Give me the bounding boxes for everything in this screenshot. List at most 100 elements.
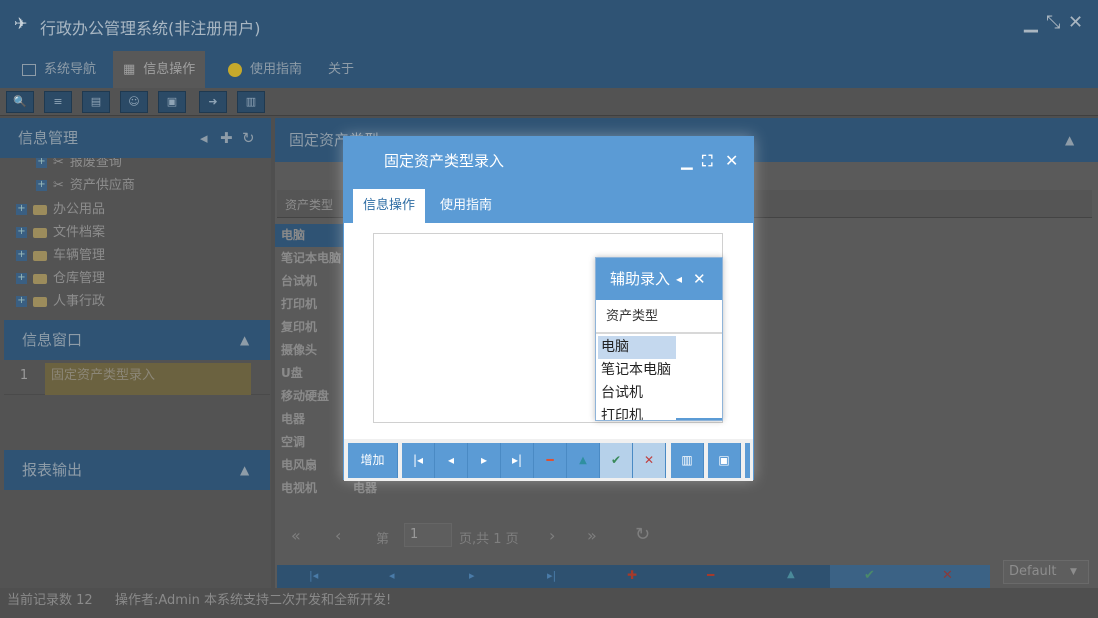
table-row[interactable]: 电器	[275, 408, 345, 431]
dialog-tab-info[interactable]: 信息操作	[353, 189, 426, 223]
tab-about[interactable]: 关于	[318, 51, 364, 88]
left-panel: 信息管理 ◂ ✚ ↻ + ✂ 报废查询 + ✂ 资产供应商 + 办公用品 + 文件档案 + 车…	[0, 118, 271, 588]
folder-icon	[33, 204, 47, 215]
page-input[interactable]: 1	[404, 523, 452, 547]
export-icon[interactable]: ➜	[199, 91, 227, 113]
main-toolbar: 🔍 ≡ ▤ ☺ ▣ ➜ ▥	[0, 88, 1098, 116]
collapse-up-icon[interactable]: ▲	[240, 450, 249, 490]
list-item[interactable]: 台试机	[598, 382, 676, 405]
close-icon[interactable]: ✕	[693, 258, 706, 300]
close-icon[interactable]: ✕	[725, 137, 738, 185]
expand-icon[interactable]: +	[36, 158, 47, 168]
popup-column-header[interactable]: 资产类型	[596, 300, 722, 334]
table-row[interactable]: 笔记本电脑	[275, 247, 345, 270]
cancel-icon[interactable]: ✕	[942, 568, 953, 583]
popup-header: 辅助录入 ◂ ✕	[596, 258, 722, 300]
tools-icon: ✂	[53, 178, 64, 193]
table-row[interactable]: 复印机	[275, 316, 345, 339]
collapse-up-icon[interactable]: ▲	[1065, 118, 1074, 162]
expand-icon[interactable]: +	[16, 204, 27, 215]
expand-icon[interactable]: +	[16, 227, 27, 238]
delete-icon[interactable]: ━	[534, 443, 567, 478]
info-window-row[interactable]: 1 固定资产类型录入	[4, 363, 270, 395]
print-icon[interactable]: ▥	[237, 91, 265, 113]
tab-user-guide[interactable]: 使用指南	[218, 51, 312, 88]
tree-item-office-supplies[interactable]: + 办公用品	[16, 199, 105, 221]
collapse-up-icon[interactable]: ▲	[240, 320, 249, 360]
table-row[interactable]: 移动硬盘	[275, 385, 345, 408]
table-row[interactable]: 电风扇	[275, 454, 345, 477]
add-icon[interactable]: ✚	[220, 118, 233, 158]
edit-icon[interactable]: ▲	[567, 443, 600, 478]
add-button[interactable]: 增加	[348, 443, 398, 478]
tree-item-hr[interactable]: + 人事行政	[16, 291, 105, 313]
tab-info-operation[interactable]: ▦ 信息操作	[113, 51, 206, 88]
dialog-title: 固定资产类型录入	[384, 152, 505, 170]
list-item[interactable]: 电脑	[598, 336, 676, 359]
scroll-handle[interactable]	[745, 443, 750, 478]
print-icon[interactable]: ▥	[671, 443, 704, 478]
popup-title: 辅助录入	[610, 270, 671, 288]
cancel-icon[interactable]: ✕	[633, 443, 666, 478]
minimize-icon[interactable]: ▁	[681, 137, 693, 185]
column-asset-type[interactable]: 资产类型	[285, 196, 333, 213]
document-icon[interactable]: ▤	[82, 91, 110, 113]
tree-item-documents[interactable]: + 文件档案	[16, 222, 105, 244]
reload-icon[interactable]: ↻	[635, 524, 650, 545]
first-record-icon[interactable]: |◂	[402, 443, 435, 478]
first-page-icon[interactable]: «	[291, 526, 301, 545]
prev-record-icon[interactable]: ◂	[389, 569, 395, 582]
theme-select[interactable]: Default ▼	[1003, 560, 1089, 584]
table-row[interactable]: 打印机	[275, 293, 345, 316]
expand-icon[interactable]: +	[16, 273, 27, 284]
preview-icon[interactable]: ▣	[708, 443, 741, 478]
tree-item-warehouse[interactable]: + 仓库管理	[16, 268, 105, 290]
table-row[interactable]: 摄像头	[275, 339, 345, 362]
last-record-icon[interactable]: ▸|	[547, 569, 556, 582]
first-record-icon[interactable]: |◂	[309, 569, 318, 582]
refresh-icon[interactable]: ↻	[242, 118, 255, 158]
expand-icon[interactable]: +	[36, 180, 47, 191]
table-row[interactable]: 电脑	[275, 224, 345, 247]
last-record-icon[interactable]: ▸|	[501, 443, 534, 478]
tab-system-nav[interactable]: 系统导航	[12, 51, 106, 88]
status-bar: 当前记录数 12 操作者:Admin 本系统支持二次开发和全新开发!	[0, 588, 1098, 618]
table-row[interactable]: 空调	[275, 431, 345, 454]
prev-page-icon[interactable]: ‹	[335, 526, 341, 545]
table-row[interactable]: U盘	[275, 362, 345, 385]
scrollbar[interactable]	[676, 418, 722, 420]
tree-item-asset-supplier[interactable]: + ✂ 资产供应商	[36, 175, 135, 197]
confirm-icon[interactable]: ✔	[600, 443, 633, 478]
tree-item-vehicles[interactable]: + 车辆管理	[16, 245, 105, 267]
prev-record-icon[interactable]: ◂	[435, 443, 468, 478]
collapse-left-icon[interactable]: ◂	[200, 118, 208, 158]
list-item[interactable]: 笔记本电脑	[598, 359, 676, 382]
last-page-icon[interactable]: »	[587, 526, 597, 545]
close-icon[interactable]: ✕	[1068, 12, 1083, 33]
table-row[interactable]: 台试机	[275, 270, 345, 293]
restore-icon[interactable]: ⤡	[1046, 12, 1060, 33]
expand-icon[interactable]: +	[16, 250, 27, 261]
next-page-icon[interactable]: ›	[549, 526, 555, 545]
edit-record-icon[interactable]: ▲	[787, 569, 795, 580]
tree-item-scrap-query[interactable]: + ✂ 报废查询	[36, 158, 122, 174]
maximize-icon[interactable]: ⛶	[702, 137, 713, 185]
page-total: 页,共 1 页	[459, 532, 519, 547]
users-icon[interactable]: ☺	[120, 91, 148, 113]
folder-icon	[33, 296, 47, 307]
search-icon[interactable]: 🔍	[6, 91, 34, 113]
expand-icon[interactable]: +	[16, 296, 27, 307]
collapse-left-icon[interactable]: ◂	[676, 258, 682, 300]
preview-icon[interactable]: ▣	[158, 91, 186, 113]
minimize-icon[interactable]: ▁	[1024, 12, 1038, 33]
list-icon[interactable]: ≡	[44, 91, 72, 113]
next-record-icon[interactable]: ▸	[468, 443, 501, 478]
next-record-icon[interactable]: ▸	[469, 569, 475, 582]
delete-record-icon[interactable]: ━	[707, 568, 714, 582]
confirm-icon[interactable]: ✔	[864, 568, 875, 583]
list-item[interactable]: 打印机	[598, 405, 676, 420]
add-record-icon[interactable]: ✚	[627, 568, 637, 582]
table-row[interactable]: 电视机	[275, 477, 345, 500]
confirm-navbar: ✔ ✕	[830, 565, 990, 589]
dialog-tab-guide[interactable]: 使用指南	[430, 189, 502, 223]
